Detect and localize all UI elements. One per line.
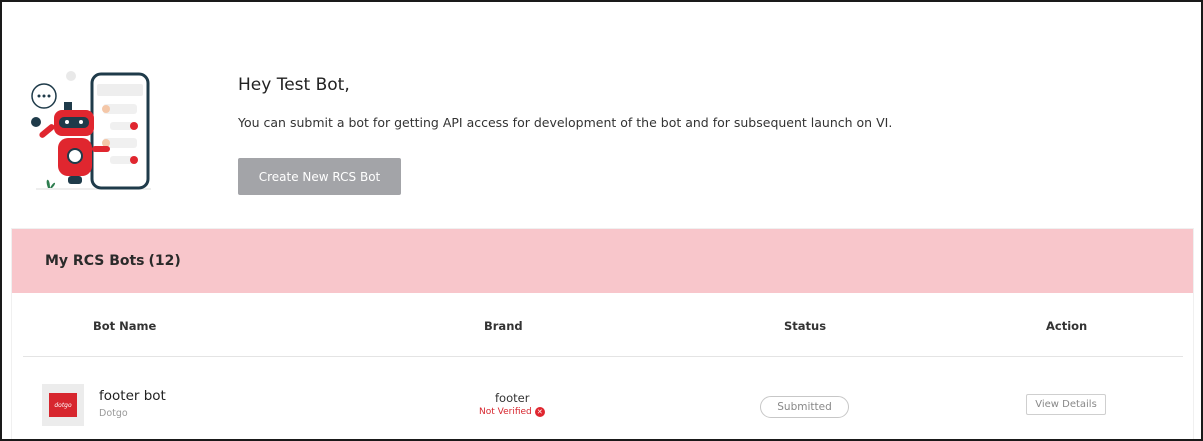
bots-section-title: My RCS Bots <box>45 253 145 269</box>
create-new-rcs-bot-button[interactable]: Create New RCS Bot <box>238 158 401 195</box>
bot-name: footer bot <box>99 388 166 404</box>
table-header: Bot Name Brand Status Action <box>23 293 1183 357</box>
column-header-action: Action <box>1046 319 1088 333</box>
brand-name: footer <box>495 391 530 405</box>
app-frame: Hey Test Bot, You can submit a bot for g… <box>0 0 1203 441</box>
verification-label: Not Verified <box>479 407 532 417</box>
table-row: dotgo footer bot Dotgo footer Not Verifi… <box>23 358 1183 439</box>
robot-illustration <box>26 64 166 194</box>
status-badge: Submitted <box>760 396 849 418</box>
robot-phone-icon <box>31 71 151 190</box>
my-rcs-bots-panel: My RCS Bots (12) Bot Name Brand Status A… <box>12 229 1193 439</box>
bots-count: (12) <box>148 253 181 269</box>
greeting-message: You can submit a bot for getting API acc… <box>238 115 893 130</box>
close-circle-icon: ✕ <box>534 407 545 417</box>
bot-subtitle: Dotgo <box>99 408 128 419</box>
bots-section-header: My RCS Bots (12) <box>12 229 1193 293</box>
column-header-status: Status <box>784 319 827 333</box>
brand-verification-status: Not Verified ✕ <box>479 407 545 417</box>
view-details-button[interactable]: View Details <box>1026 394 1106 415</box>
column-header-bot-name: Bot Name <box>93 319 157 333</box>
column-header-brand: Brand <box>484 319 523 333</box>
bot-logo: dotgo <box>42 384 84 426</box>
dotgo-logo-icon: dotgo <box>49 393 77 417</box>
greeting-title: Hey Test Bot, <box>238 75 350 95</box>
